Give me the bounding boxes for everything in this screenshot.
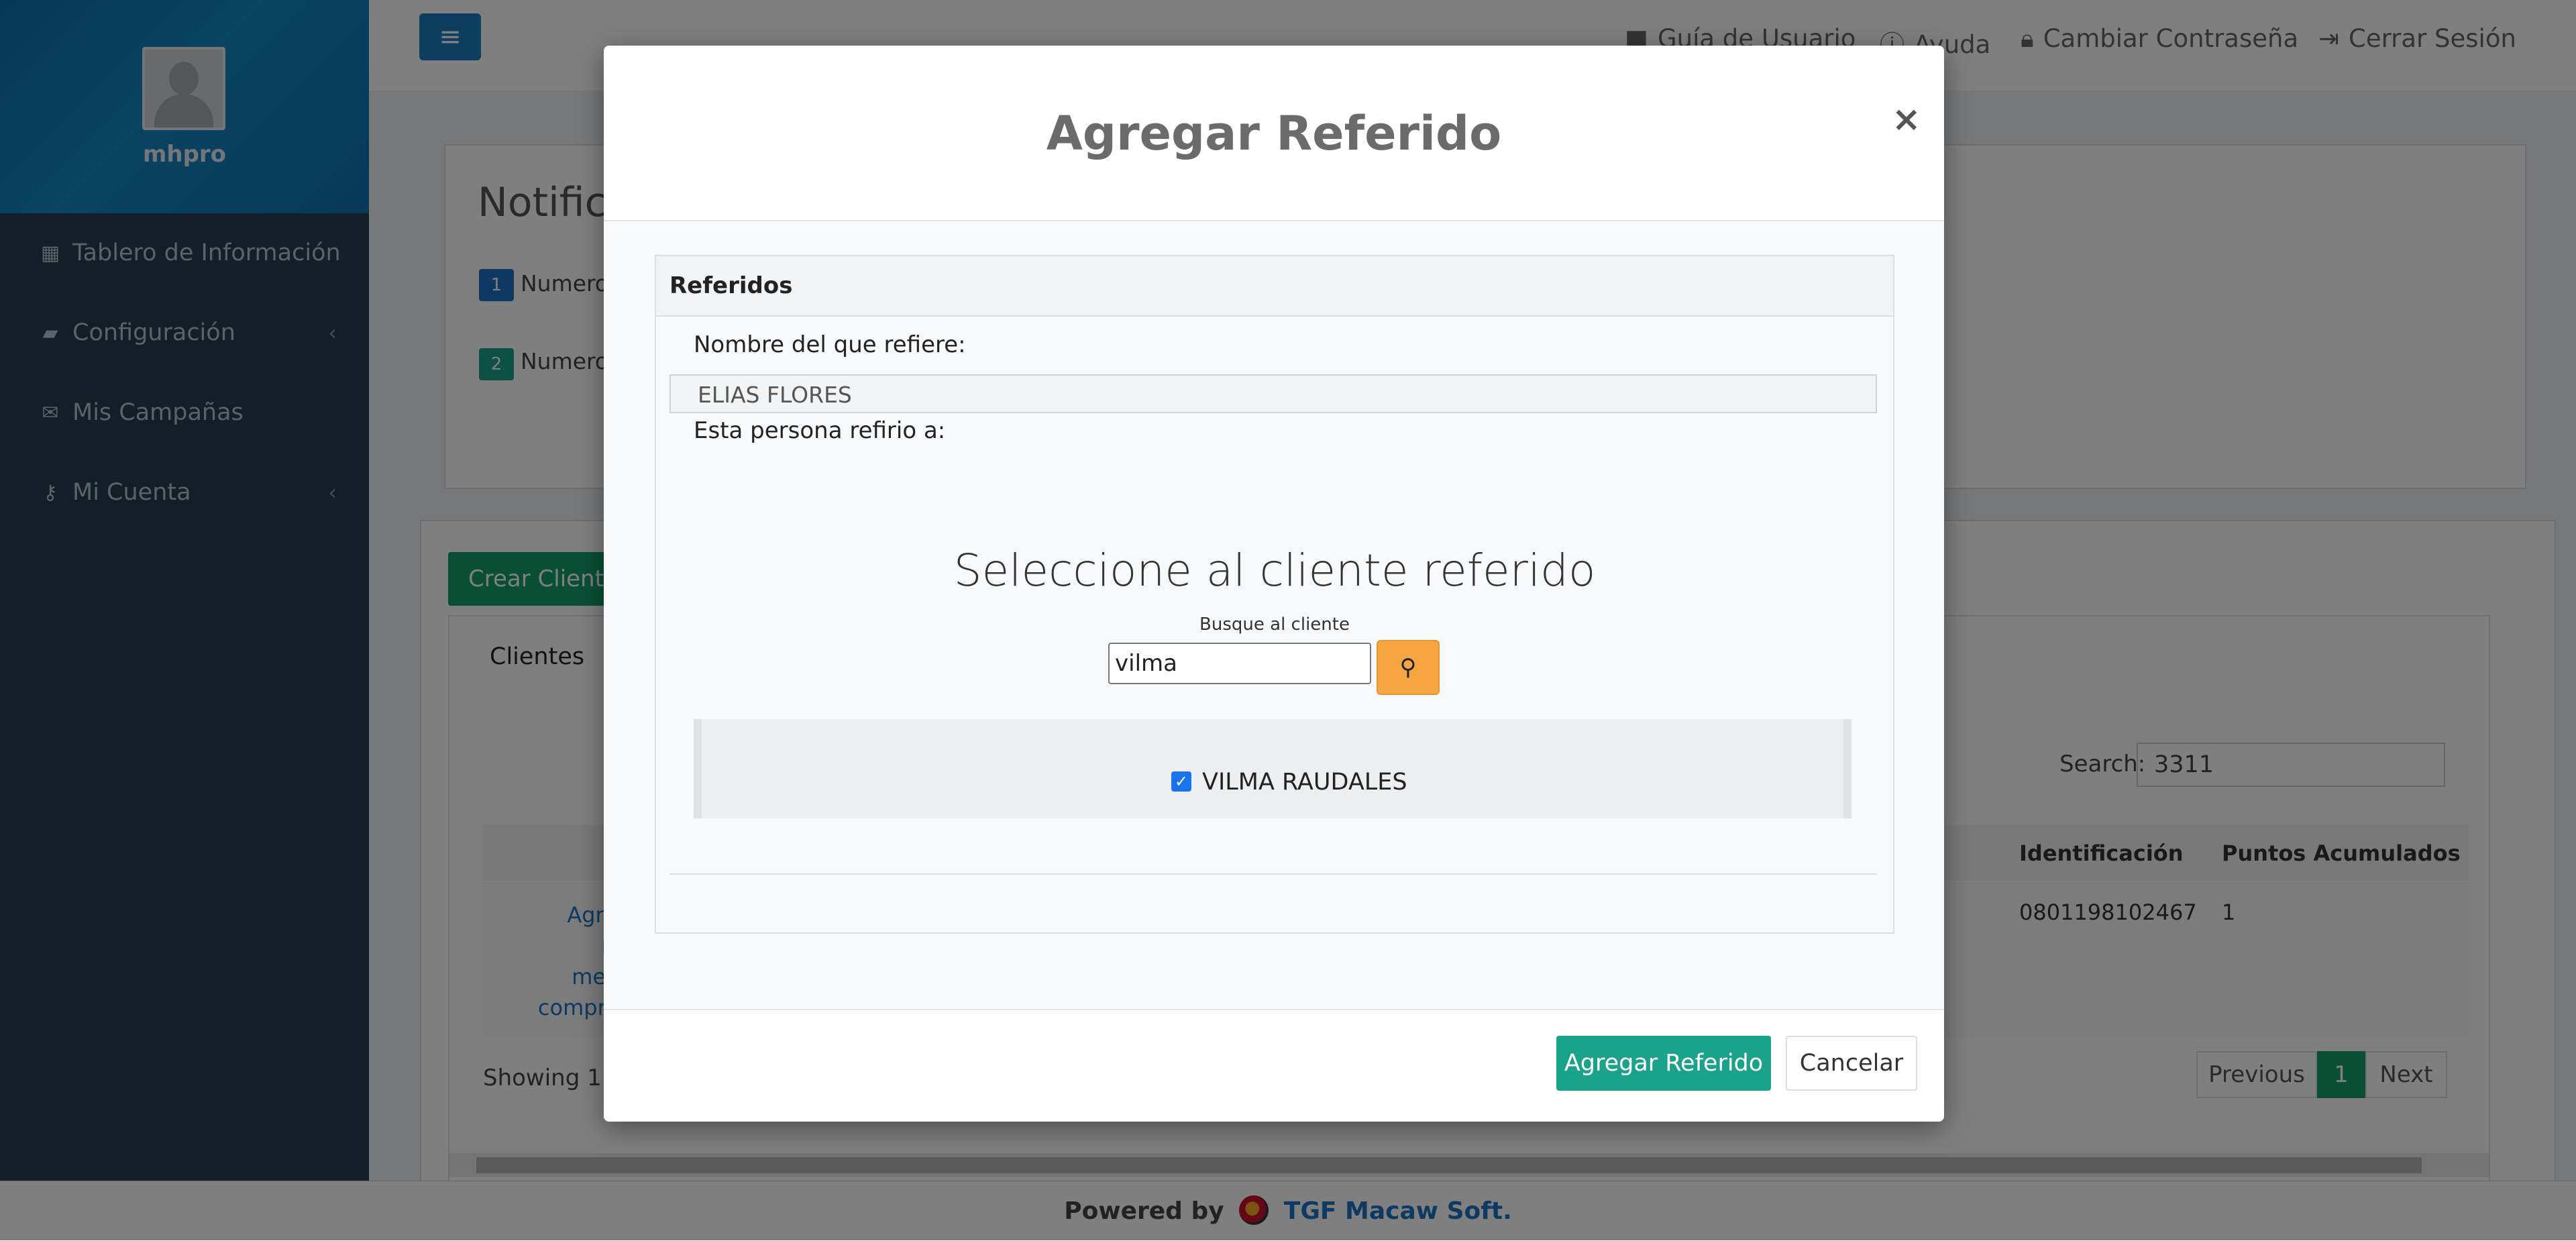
modal-footer: Agregar Referido Cancelar <box>604 1009 1944 1122</box>
cancel-button[interactable]: Cancelar <box>1786 1036 1917 1091</box>
result-checkbox[interactable]: ✓ <box>1171 771 1191 792</box>
modal-body: Referidos Nombre del que refiere: ELIAS … <box>604 221 1944 1055</box>
select-client-heading: Seleccione al cliente referido <box>953 545 1596 596</box>
add-referral-modal: Agregar Referido × Referidos Nombre del … <box>604 46 1944 1122</box>
add-referral-button[interactable]: Agregar Referido <box>1556 1036 1771 1091</box>
search-icon: ⚲ <box>1399 654 1417 681</box>
modal-title: Agregar Referido <box>1046 106 1502 161</box>
close-icon[interactable]: × <box>1892 99 1921 140</box>
modal-header: Agregar Referido × <box>604 46 1944 221</box>
result-client-name[interactable]: VILMA RAUDALES <box>1202 769 1407 796</box>
search-button[interactable]: ⚲ <box>1377 640 1440 695</box>
search-results: ✓ VILMA RAUDALES <box>694 719 1851 818</box>
divider <box>669 873 1877 875</box>
referrer-label: Nombre del que refiere: <box>694 331 966 358</box>
panel-heading: Referidos <box>656 256 1893 317</box>
search-client-label: Busque al cliente <box>1199 614 1350 635</box>
client-search-input[interactable] <box>1108 643 1371 684</box>
referrals-panel: Referidos Nombre del que refiere: ELIAS … <box>655 255 1894 934</box>
panel-title: Referidos <box>669 272 793 299</box>
referrer-name-field: ELIAS FLORES <box>669 374 1877 413</box>
referred-label: Esta persona refirio a: <box>694 417 946 444</box>
